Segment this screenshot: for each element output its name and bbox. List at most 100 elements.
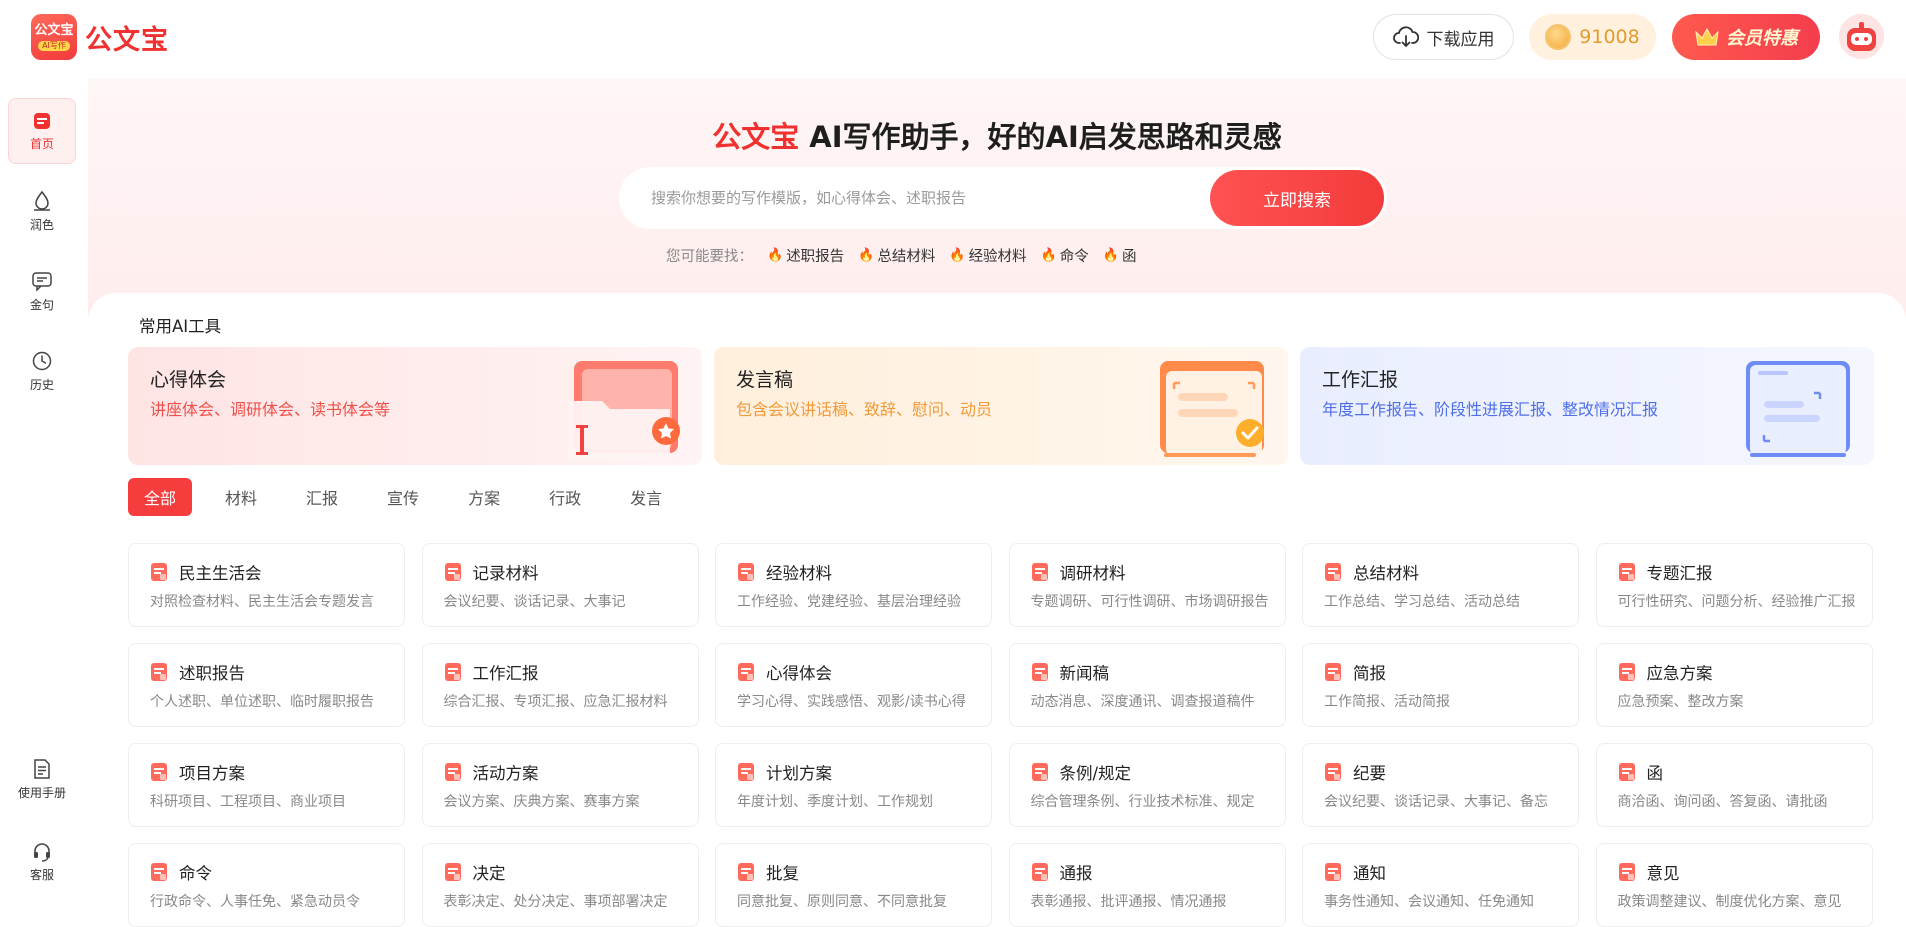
category-tabs: 全部 材料 汇报 宣传 方案 行政 发言 <box>128 478 695 516</box>
main-content: 公文宝 AI写作助手，好的AI启发思路和灵感 立即搜索 您可能要找： 🔥述职报告 … <box>88 78 1906 927</box>
vip-offer-button[interactable]: 会员特惠 <box>1672 14 1820 60</box>
clock-icon <box>32 351 52 370</box>
category-card[interactable]: 意见 政策调整建议、制度优化方案、意见 <box>1595 843 1873 927</box>
category-card[interactable]: 决定 表彰决定、处分决定、事项部署决定 <box>421 843 699 927</box>
category-title: 述职报告 <box>179 664 245 683</box>
category-desc: 表彰通报、批评通报、情况通报 <box>1030 894 1227 910</box>
suggestion-link[interactable]: 🔥 总结材料 <box>858 245 935 266</box>
sidebar-item-label: 首页 <box>29 136 54 151</box>
home-icon <box>34 112 50 129</box>
category-card[interactable]: 新闻稿 动态消息、深度通讯、调查报道稿件 <box>1008 643 1286 727</box>
category-title: 意见 <box>1646 864 1680 883</box>
left-sidebar: 首页 润色 金句 历史 使用手册 客服 <box>0 78 88 907</box>
document-icon <box>1031 763 1048 781</box>
category-card[interactable]: 命令 行政命令、人事任免、紧急动员令 <box>128 843 405 927</box>
category-card[interactable]: 纪要 会议纪要、谈话记录、大事记、备忘 <box>1302 743 1579 827</box>
fire-icon: 🔥 <box>858 248 875 263</box>
suggestion-text: 述职报告 <box>786 249 845 265</box>
search-suggestions: 您可能要找： 🔥 述职报告 🔥 总结材料 🔥 经验材料 🔥 命令 🔥 函 <box>666 245 1136 266</box>
suggestion-text: 命令 <box>1059 249 1089 265</box>
sidebar-item-home[interactable]: 首页 <box>8 98 76 164</box>
document-icon <box>738 863 754 881</box>
category-card[interactable]: 条例/规定 综合管理条例、行业技术标准、规定 <box>1008 743 1286 827</box>
top-header: 公文宝 AI写作 公文宝 下载应用 91008 会员特惠 <box>0 0 1906 78</box>
category-card[interactable]: 批复 同意批复、原则同意、不同意批复 <box>715 843 992 927</box>
user-avatar[interactable] <box>1839 14 1884 59</box>
category-card[interactable]: 专题汇报 可行性研究、问题分析、经验推广汇报 <box>1595 543 1873 627</box>
fire-icon: 🔥 <box>1102 248 1119 263</box>
category-card[interactable]: 通报 表彰通报、批评通报、情况通报 <box>1008 843 1286 927</box>
logo-badge-title: 公文宝 <box>34 22 74 38</box>
tool-card-speech[interactable]: 发言稿 包含会议讲话稿、致辞、慰问、动员 <box>714 347 1288 465</box>
tool-card-title: 发言稿 <box>736 369 794 391</box>
suggestion-link[interactable]: 🔥 函 <box>1103 245 1137 266</box>
sidebar-item-support[interactable]: 客服 <box>8 828 76 894</box>
tool-card-title: 心得体会 <box>150 369 227 391</box>
category-title: 民主生活会 <box>179 564 262 583</box>
category-card[interactable]: 民主生活会 对照检查材料、民主生活会专题发言 <box>128 543 405 627</box>
tab-speeches[interactable]: 发言 <box>614 478 678 516</box>
category-desc: 工作简报、活动简报 <box>1324 694 1450 710</box>
suggestion-link[interactable]: 🔥 经验材料 <box>949 245 1026 266</box>
report-illustration-icon <box>1746 361 1850 457</box>
tool-card-insights[interactable]: 心得体会 讲座体会、调研体会、读书体会等 <box>128 347 702 465</box>
tab-plans[interactable]: 方案 <box>452 478 516 516</box>
coin-balance-button[interactable]: 91008 <box>1529 14 1656 60</box>
document-icon <box>1325 563 1341 581</box>
tab-materials[interactable]: 材料 <box>209 478 273 516</box>
category-desc: 会议纪要、谈话记录、大事记、备忘 <box>1324 794 1548 810</box>
suggestion-link[interactable]: 🔥 命令 <box>1041 245 1089 266</box>
tab-publicity[interactable]: 宣传 <box>371 478 435 516</box>
category-desc: 科研项目、工程项目、商业项目 <box>150 794 346 810</box>
category-card[interactable]: 通知 事务性通知、会议通知、任免通知 <box>1302 843 1579 927</box>
category-card[interactable]: 函商洽函、询问函、答复函、请批函 <box>1595 743 1873 827</box>
category-card[interactable]: 计划方案 年度计划、季度计划、工作规划 <box>715 743 992 827</box>
hero-brand: 公文宝 <box>712 120 800 154</box>
category-card[interactable]: 应急方案 应急预案、整改方案 <box>1595 643 1873 727</box>
sidebar-item-history[interactable]: 历史 <box>8 338 76 404</box>
document-icon <box>1325 763 1341 781</box>
category-card[interactable]: 工作汇报 综合汇报、专项汇报、应急汇报材料 <box>421 643 699 727</box>
document-icon <box>444 563 461 581</box>
document-icon <box>1031 663 1048 681</box>
document-icon <box>1031 563 1048 581</box>
tab-all[interactable]: 全部 <box>128 478 193 516</box>
category-card[interactable]: 调研材料 专题调研、可行性调研、市场调研报告 <box>1008 543 1286 627</box>
category-card[interactable]: 经验材料 工作经验、党建经验、基层治理经验 <box>715 543 992 627</box>
sidebar-item-label: 历史 <box>29 377 54 392</box>
tool-card-work-report[interactable]: 工作汇报 年度工作报告、阶段性进展汇报、整改情况汇报 <box>1300 347 1874 465</box>
document-icon <box>1618 663 1635 681</box>
category-card[interactable]: 简报 工作简报、活动简报 <box>1302 643 1579 727</box>
category-desc: 同意批复、原则同意、不同意批复 <box>737 894 947 910</box>
coin-balance: 91008 <box>1579 26 1640 48</box>
category-card[interactable]: 述职报告 个人述职、单位述职、临时履职报告 <box>128 643 405 727</box>
sidebar-item-quotes[interactable]: 金句 <box>8 258 76 324</box>
tab-administrative[interactable]: 行政 <box>533 478 597 516</box>
search-input[interactable] <box>651 185 1191 211</box>
category-desc: 学习心得、实践感悟、观影/读书心得 <box>737 694 966 710</box>
document-icon <box>444 663 461 681</box>
app-logo[interactable]: 公文宝 AI写作 公文宝 <box>31 14 169 60</box>
category-desc: 会议方案、庆典方案、赛事方案 <box>443 794 640 810</box>
document-icon <box>1618 763 1635 781</box>
document-icon <box>151 663 167 681</box>
search-button[interactable]: 立即搜索 <box>1210 170 1384 226</box>
suggestion-link[interactable]: 🔥 述职报告 <box>767 245 844 266</box>
suggestion-text: 经验材料 <box>968 249 1027 265</box>
headset-icon <box>34 842 50 862</box>
download-app-button[interactable]: 下载应用 <box>1373 14 1514 60</box>
category-card[interactable]: 记录材料 会议纪要、谈话记录、大事记 <box>421 543 699 627</box>
category-title: 调研材料 <box>1059 564 1126 583</box>
category-title: 新闻稿 <box>1059 664 1110 683</box>
category-desc: 应急预案、整改方案 <box>1617 694 1744 710</box>
category-card[interactable]: 项目方案 科研项目、工程项目、商业项目 <box>128 743 405 827</box>
sidebar-item-manual[interactable]: 使用手册 <box>8 746 76 812</box>
category-card[interactable]: 心得体会 学习心得、实践感悟、观影/读书心得 <box>715 643 992 727</box>
sidebar-item-polish[interactable]: 润色 <box>8 178 76 244</box>
category-title: 函 <box>1646 764 1664 783</box>
category-card[interactable]: 总结材料 工作总结、学习总结、活动总结 <box>1302 543 1579 627</box>
category-card[interactable]: 活动方案 会议方案、庆典方案、赛事方案 <box>421 743 699 827</box>
coin-icon <box>1545 24 1572 50</box>
document-icon <box>1325 663 1341 681</box>
tab-reports[interactable]: 汇报 <box>290 478 354 516</box>
